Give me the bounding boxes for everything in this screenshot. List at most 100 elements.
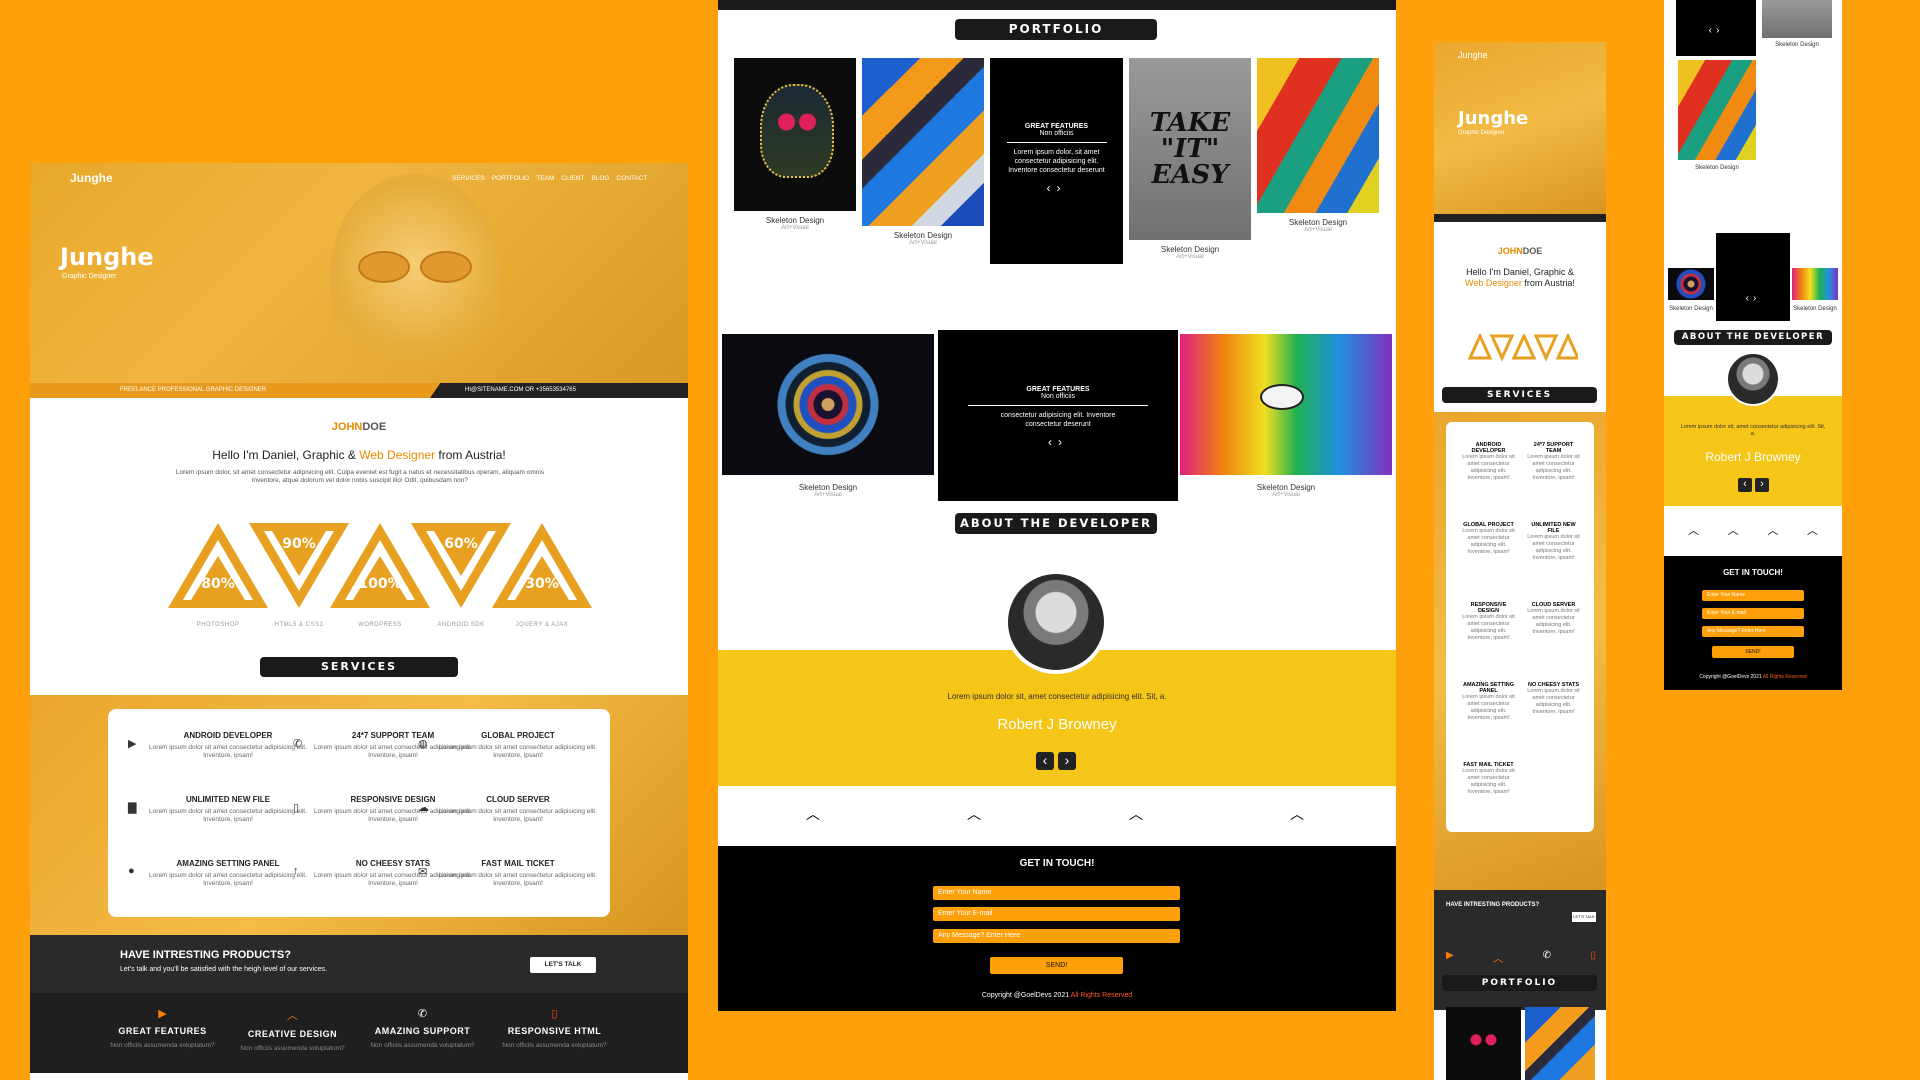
- chevron-up-icon[interactable]: ︿: [806, 804, 820, 824]
- m2-dev-name: Robert J Browney: [1705, 450, 1801, 464]
- mobile-abstract-image[interactable]: [1525, 1007, 1595, 1080]
- m2-next-button[interactable]: ›: [1755, 478, 1769, 492]
- portfolio-item-paint[interactable]: Skeleton Design Art+Visual: [1257, 58, 1379, 233]
- portfolio-item-face[interactable]: Skeleton Design Art+Visual: [1180, 334, 1392, 498]
- promo-title: HAVE INTRESTING PRODUCTS?: [120, 949, 291, 961]
- nav-portfolio[interactable]: PORTFOLIO: [492, 175, 529, 182]
- face-image: [1180, 334, 1392, 475]
- m2-feature-card-top[interactable]: ‹›: [1676, 0, 1756, 56]
- m2-feature-card[interactable]: ‹›: [1716, 233, 1790, 321]
- feature-creative: ︿ CREATIVE DESIGN Non officiis assumenda…: [230, 1007, 355, 1052]
- phone-icon: ✆: [293, 738, 303, 750]
- slider-arrows[interactable]: ‹›: [938, 435, 1178, 449]
- portfolio-item-mandala[interactable]: Skeleton Design Art+Visual: [722, 334, 934, 498]
- chevron-up-icon[interactable]: ︿: [1290, 804, 1304, 824]
- mobile-logo[interactable]: Junghe: [1458, 50, 1488, 60]
- m2-graffiti-image[interactable]: [1762, 0, 1832, 38]
- features-section: ▶ GREAT FEATURES Non officiis assumenda …: [30, 993, 688, 1073]
- slider-arrows[interactable]: ‹›: [990, 181, 1123, 195]
- intro-text: Lorem ipsum dolor, sit amet consectetur …: [175, 469, 545, 484]
- nav-team[interactable]: TEAM: [536, 175, 554, 182]
- abstract-image: [862, 58, 984, 226]
- chevron-up-icon[interactable]: ︿: [967, 804, 981, 824]
- mobile-service-cloud[interactable]: CLOUD SERVER Lorem ipsum dolor sit amet c…: [1526, 602, 1581, 636]
- chevron-up-icon[interactable]: ︿: [1767, 522, 1778, 538]
- chevron-up-icon[interactable]: ︿: [1807, 522, 1818, 538]
- lets-talk-button[interactable]: LET'S TALK: [530, 957, 596, 973]
- chevron-up-icon[interactable]: ︿: [1728, 522, 1739, 538]
- mobile-services-card: ANDROID DEVELOPER Lorem ipsum dolor sit a…: [1446, 422, 1594, 832]
- m2-developer-avatar: [1726, 352, 1780, 406]
- service-android[interactable]: ▶ ANDROID DEVELOPER Lorem ipsum dolor sit …: [128, 731, 308, 760]
- mobile-service-global[interactable]: GLOBAL PROJECT Lorem ipsum dolor sit amet…: [1461, 522, 1516, 556]
- contact-info[interactable]: HI@SITENAME.COM OR +35653534765: [465, 387, 576, 393]
- copyright: Copyright @GoelDevs 2021 All Rights Rese…: [981, 992, 1133, 999]
- portfolio-item-take-it-easy[interactable]: TAKE "IT" EASY Skeleton Design Art+Visual: [1129, 58, 1251, 260]
- m2-contact-title: GET IN TOUCH!: [1723, 568, 1783, 577]
- feature-responsive: ▯ RESPONSIVE HTML Non officiis assumenda…: [492, 1007, 617, 1049]
- mobile-service-stats[interactable]: NO CHEESY STATS Lorem ipsum dolor sit ame…: [1526, 682, 1581, 716]
- developer-avatar: [1004, 570, 1108, 674]
- skull-image: [734, 58, 856, 211]
- mobile-service-responsive[interactable]: RESPONSIVE DESIGN Lorem ipsum dolor sit a…: [1461, 602, 1516, 642]
- nav-contact[interactable]: CONTACT: [616, 175, 647, 182]
- email-input[interactable]: Enter Your E-mail: [933, 907, 1180, 921]
- service-mail[interactable]: ✉ FAST MAIL TICKET Lorem ipsum dolor sit a…: [418, 859, 598, 888]
- feature-support: ✆ AMAZING SUPPORT Non officiis assumenda…: [360, 1007, 485, 1049]
- mobile-lets-talk-button[interactable]: LET'S TALK: [1572, 912, 1596, 922]
- play-icon: ▶: [1446, 950, 1454, 961]
- nav-blog[interactable]: BLOG: [591, 175, 609, 182]
- mobile-hero-title: Junghe: [1458, 108, 1529, 129]
- m2-mandala-image[interactable]: [1668, 268, 1714, 300]
- mobile-service-android[interactable]: ANDROID DEVELOPER Lorem ipsum dolor sit a…: [1461, 442, 1516, 482]
- slider-arrows[interactable]: ‹›: [1676, 25, 1756, 36]
- mobile-services-section: ANDROID DEVELOPER Lorem ipsum dolor sit a…: [1434, 412, 1606, 890]
- name-heading: JOHNDOE: [30, 421, 688, 433]
- service-global[interactable]: ◍ GLOBAL PROJECT Lorem ipsum dolor sit ame…: [418, 731, 598, 760]
- mobile-skull-image[interactable]: [1446, 1007, 1521, 1080]
- service-settings[interactable]: ● AMAZING SETTING PANEL Lorem ipsum dolor …: [128, 859, 308, 888]
- m2-name-input[interactable]: Enter Your Name: [1702, 590, 1804, 601]
- phone-icon: ✆: [1542, 950, 1551, 961]
- slider-arrows[interactable]: ‹›: [1716, 293, 1790, 304]
- promo-section: HAVE INTRESTING PRODUCTS? Let's talk and…: [30, 935, 688, 993]
- mobile-name: JOHNDOE: [1497, 246, 1543, 256]
- about-heading: ABOUT THE DEVELOPER: [955, 513, 1157, 534]
- m2-face-image[interactable]: [1792, 268, 1838, 300]
- send-button[interactable]: SEND!: [990, 957, 1123, 974]
- mobile-service-files[interactable]: UNLIMITED NEW FILE Lorem ipsum dolor sit …: [1526, 522, 1581, 562]
- next-button[interactable]: ›: [1058, 752, 1076, 770]
- m2-message-input[interactable]: Any Message? Enter Here: [1702, 626, 1804, 637]
- logo[interactable]: Junghe: [70, 171, 113, 185]
- service-cloud[interactable]: ☁ CLOUD SERVER Lorem ipsum dolor sit amet …: [418, 795, 598, 824]
- drop-icon: ●: [128, 865, 135, 877]
- m2-quote: Lorem ipsum dolor sit, amet consectetur …: [1680, 424, 1826, 437]
- mobile-hero: Junghe Junghe Graphic Designer: [1434, 42, 1606, 214]
- mobile-mockup: Junghe Junghe Graphic Designer JOHNDOE H…: [1434, 42, 1606, 1080]
- portfolio-item-skull[interactable]: Skeleton Design Art+Visual: [734, 58, 856, 231]
- feature-card-1[interactable]: GREAT FEATURES Non officiis Lorem ipsum …: [990, 58, 1123, 264]
- mobile-portfolio-heading: PORTFOLIO: [1442, 975, 1597, 991]
- m2-email-input[interactable]: Enter Your E-mail: [1702, 608, 1804, 619]
- m2-send-button[interactable]: SEND!: [1712, 646, 1794, 658]
- mobile-service-mail[interactable]: FAST MAIL TICKET Lorem ipsum dolor sit am…: [1461, 762, 1516, 796]
- mobile-service-support[interactable]: 24*7 SUPPORT TEAM Lorem ipsum dolor sit a…: [1526, 442, 1581, 482]
- name-input[interactable]: Enter Your Name: [933, 886, 1180, 900]
- mobile-hero-subtitle: Graphic Designer: [1458, 130, 1505, 136]
- chevron-up-icon[interactable]: ︿: [1688, 522, 1699, 538]
- chevron-up-icon[interactable]: ︿: [1129, 804, 1143, 824]
- mobile-service-settings[interactable]: AMAZING SETTING PANEL Lorem ipsum dolor s…: [1461, 682, 1516, 722]
- desktop-mockup: Junghe SERVICES PORTFOLIO TEAM CLIENT BL…: [30, 163, 688, 1080]
- m2-prev-button[interactable]: ‹: [1738, 478, 1752, 492]
- message-input[interactable]: Any Message? Enter Here: [933, 929, 1180, 943]
- portfolio-item-abstract[interactable]: Skeleton Design Art+Visual: [862, 58, 984, 246]
- m2-paint-image[interactable]: [1678, 60, 1756, 160]
- nav-client[interactable]: CLIENT: [561, 175, 584, 182]
- services-heading: SERVICES: [260, 657, 458, 677]
- cloud-icon: ☁: [418, 802, 429, 814]
- file-icon: ▇: [128, 802, 137, 814]
- service-files[interactable]: ▇ UNLIMITED NEW FILE Lorem ipsum dolor sit…: [128, 795, 308, 824]
- prev-button[interactable]: ‹: [1036, 752, 1054, 770]
- nav-services[interactable]: SERVICES: [452, 175, 485, 182]
- feature-card-2[interactable]: GREAT FEATURES Non officiis consectetur …: [938, 330, 1178, 501]
